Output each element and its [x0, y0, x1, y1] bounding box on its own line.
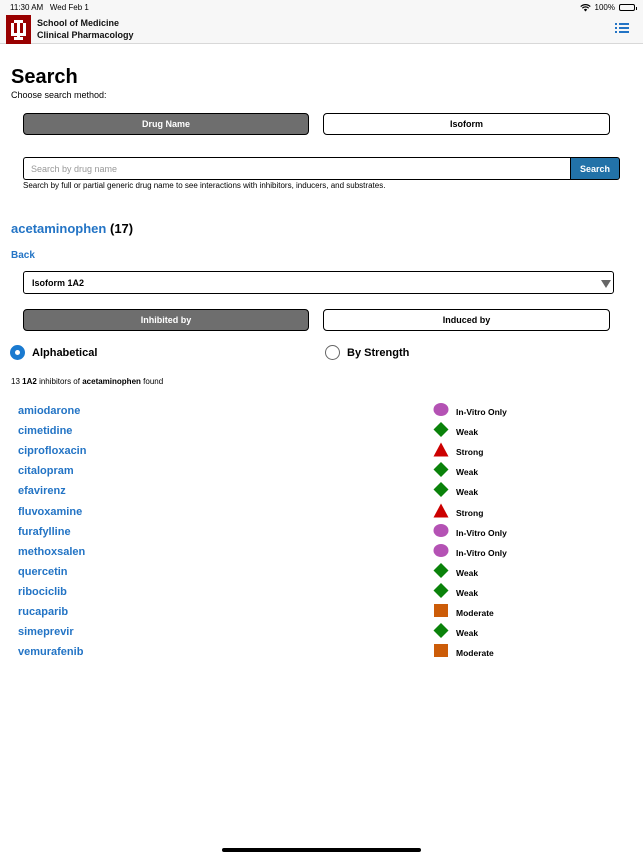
result-row: quercetin Weak	[0, 562, 643, 583]
diamond-icon	[433, 562, 449, 578]
diamond-icon	[433, 623, 449, 639]
result-row: ciprofloxacin Strong	[0, 442, 643, 462]
tab-induced-by[interactable]: Induced by	[323, 309, 610, 331]
result-strength: Strong	[456, 507, 484, 518]
drug-name-link[interactable]: acetaminophen	[11, 221, 106, 236]
result-strength: Weak	[456, 628, 479, 639]
tab-drug-name[interactable]: Drug Name	[23, 113, 309, 135]
status-right: 100%	[579, 3, 637, 12]
results-middle: inhibitors of	[39, 377, 80, 386]
status-bar: 11:30 AM Wed Feb 1 100%	[0, 0, 643, 14]
sort-strength-radio[interactable]: By Strength	[325, 345, 409, 360]
result-row: furafylline In-Vitro Only	[0, 523, 643, 543]
square-icon	[434, 604, 448, 617]
result-row: citalopram Weak	[0, 462, 643, 482]
search-help-text: Search by full or partial generic drug n…	[23, 181, 386, 190]
result-strength: Weak	[456, 567, 479, 578]
result-strength: In-Vitro Only	[456, 547, 507, 558]
results-suffix: found	[143, 377, 164, 386]
drug-heading: acetaminophen (17)	[11, 221, 133, 236]
result-row: simeprevir Weak	[0, 623, 643, 643]
sort-alphabetical-label: Alphabetical	[32, 346, 98, 359]
diamond-icon	[433, 582, 449, 598]
result-row: efavirenz Weak	[0, 482, 643, 502]
wifi-icon	[579, 3, 591, 11]
header-line2: Clinical Pharmacology	[37, 30, 134, 40]
result-strength: Strong	[456, 447, 484, 458]
status-date: Wed Feb 1	[49, 3, 89, 12]
drug-count: (17)	[109, 221, 134, 236]
result-strength: In-Vitro Only	[456, 527, 507, 538]
result-strength: Weak	[456, 427, 479, 438]
result-strength: Weak	[456, 587, 479, 598]
result-drug-link[interactable]: fluvoxamine	[18, 506, 82, 518]
dropdown-arrow-icon	[601, 280, 611, 288]
battery-icon	[619, 4, 637, 11]
header-line1: School of Medicine	[37, 18, 120, 28]
tab-inhibited-by[interactable]: Inhibited by	[23, 309, 309, 331]
triangle-icon	[433, 503, 449, 517]
result-row: methoxsalen In-Vitro Only	[0, 543, 643, 563]
result-drug-link[interactable]: citalopram	[18, 465, 74, 477]
results-drug: acetaminophen	[82, 377, 141, 386]
result-strength: Weak	[456, 467, 479, 478]
result-drug-link[interactable]: ribociclib	[18, 586, 67, 598]
battery-percent: 100%	[594, 3, 615, 12]
university-logo	[6, 15, 31, 44]
result-drug-link[interactable]: efavirenz	[18, 485, 66, 497]
sort-alphabetical-radio[interactable]: Alphabetical	[10, 345, 97, 360]
result-drug-link[interactable]: ciprofloxacin	[18, 445, 86, 457]
header-title: School of Medicine Clinical Pharmacology	[37, 17, 134, 41]
radio-selected-icon	[10, 345, 25, 360]
result-strength: Weak	[456, 487, 479, 498]
sort-strength-label: By Strength	[347, 346, 410, 359]
app-header: School of Medicine Clinical Pharmacology	[0, 14, 643, 44]
result-strength: Moderate	[456, 648, 494, 659]
result-row: rucaparib Moderate	[0, 603, 643, 623]
result-row: amiodarone In-Vitro Only	[0, 402, 643, 422]
results-summary: 13 1A2 inhibitors of acetaminophen found	[11, 377, 163, 386]
result-row: ribociclib Weak	[0, 582, 643, 603]
result-drug-link[interactable]: simeprevir	[18, 626, 74, 638]
result-drug-link[interactable]: quercetin	[18, 566, 68, 578]
menu-list-icon[interactable]	[615, 22, 629, 34]
result-row: vemurafenib Moderate	[0, 643, 643, 663]
tab-isoform[interactable]: Isoform	[323, 113, 610, 135]
results-count: 13	[11, 377, 20, 386]
isoform-select-value: Isoform 1A2	[32, 277, 85, 288]
triangle-icon	[433, 442, 449, 457]
search-button[interactable]: Search	[570, 157, 620, 180]
result-drug-link[interactable]: vemurafenib	[18, 646, 83, 658]
diamond-icon	[433, 462, 449, 478]
status-time-date: 11:30 AM Wed Feb 1	[10, 3, 89, 12]
radio-unselected-icon	[325, 345, 340, 360]
result-strength: In-Vitro Only	[456, 407, 507, 417]
back-link[interactable]: Back	[11, 250, 35, 261]
result-strength: Moderate	[456, 608, 494, 618]
circle-icon	[433, 523, 449, 537]
page-title: Search	[11, 66, 78, 88]
results-isoform: 1A2	[22, 377, 37, 386]
result-drug-link[interactable]: furafylline	[18, 526, 71, 538]
result-drug-link[interactable]: methoxsalen	[18, 546, 85, 558]
circle-icon	[433, 543, 449, 557]
result-drug-link[interactable]: amiodarone	[18, 405, 80, 417]
home-indicator	[222, 848, 421, 852]
result-row: cimetidine Weak	[0, 422, 643, 442]
status-time: 11:30 AM	[10, 3, 44, 12]
result-drug-link[interactable]: cimetidine	[18, 425, 72, 437]
diamond-icon	[433, 482, 449, 498]
isoform-select[interactable]: Isoform 1A2	[23, 271, 614, 294]
diamond-icon	[433, 422, 449, 438]
circle-icon	[433, 403, 449, 416]
search-method-label: Choose search method:	[11, 90, 107, 100]
square-icon	[434, 644, 448, 658]
search-input[interactable]: Search by drug name	[23, 157, 571, 180]
result-drug-link[interactable]: rucaparib	[18, 606, 68, 618]
result-row: fluvoxamine Strong	[0, 503, 643, 523]
